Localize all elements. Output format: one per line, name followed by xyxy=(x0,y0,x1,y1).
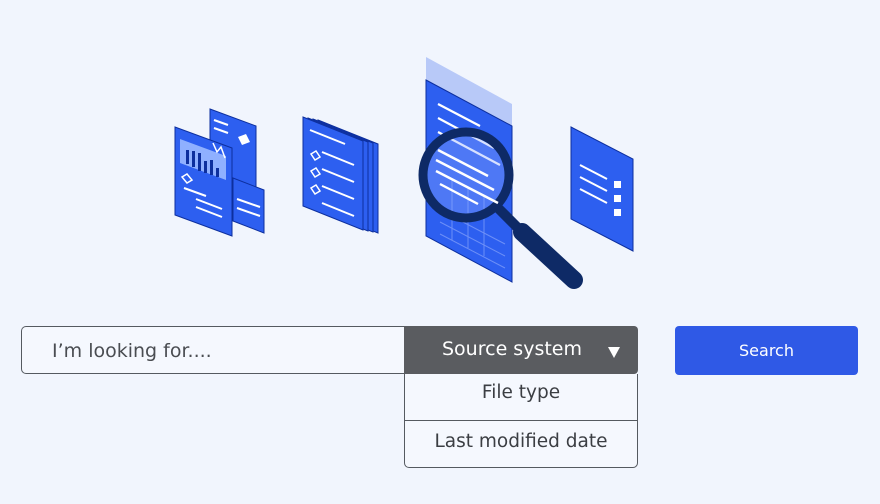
search-illustration xyxy=(174,57,634,289)
dropdown-option-last-modified-date[interactable]: Last modified date xyxy=(405,421,637,467)
dropdown-selected-label: Source system xyxy=(442,338,582,360)
document-stack-icon xyxy=(302,116,379,234)
dropdown-menu: File type Last modified date xyxy=(404,374,638,468)
dropdown-option-file-type[interactable]: File type xyxy=(405,374,637,421)
search-button[interactable]: Search xyxy=(675,326,858,375)
search-field[interactable] xyxy=(21,326,427,375)
search-input[interactable] xyxy=(50,327,414,375)
source-system-dropdown[interactable]: Source system xyxy=(404,326,638,374)
chart-documents-icon xyxy=(174,108,265,237)
list-document-icon xyxy=(570,126,634,252)
caret-down-icon xyxy=(608,347,620,358)
